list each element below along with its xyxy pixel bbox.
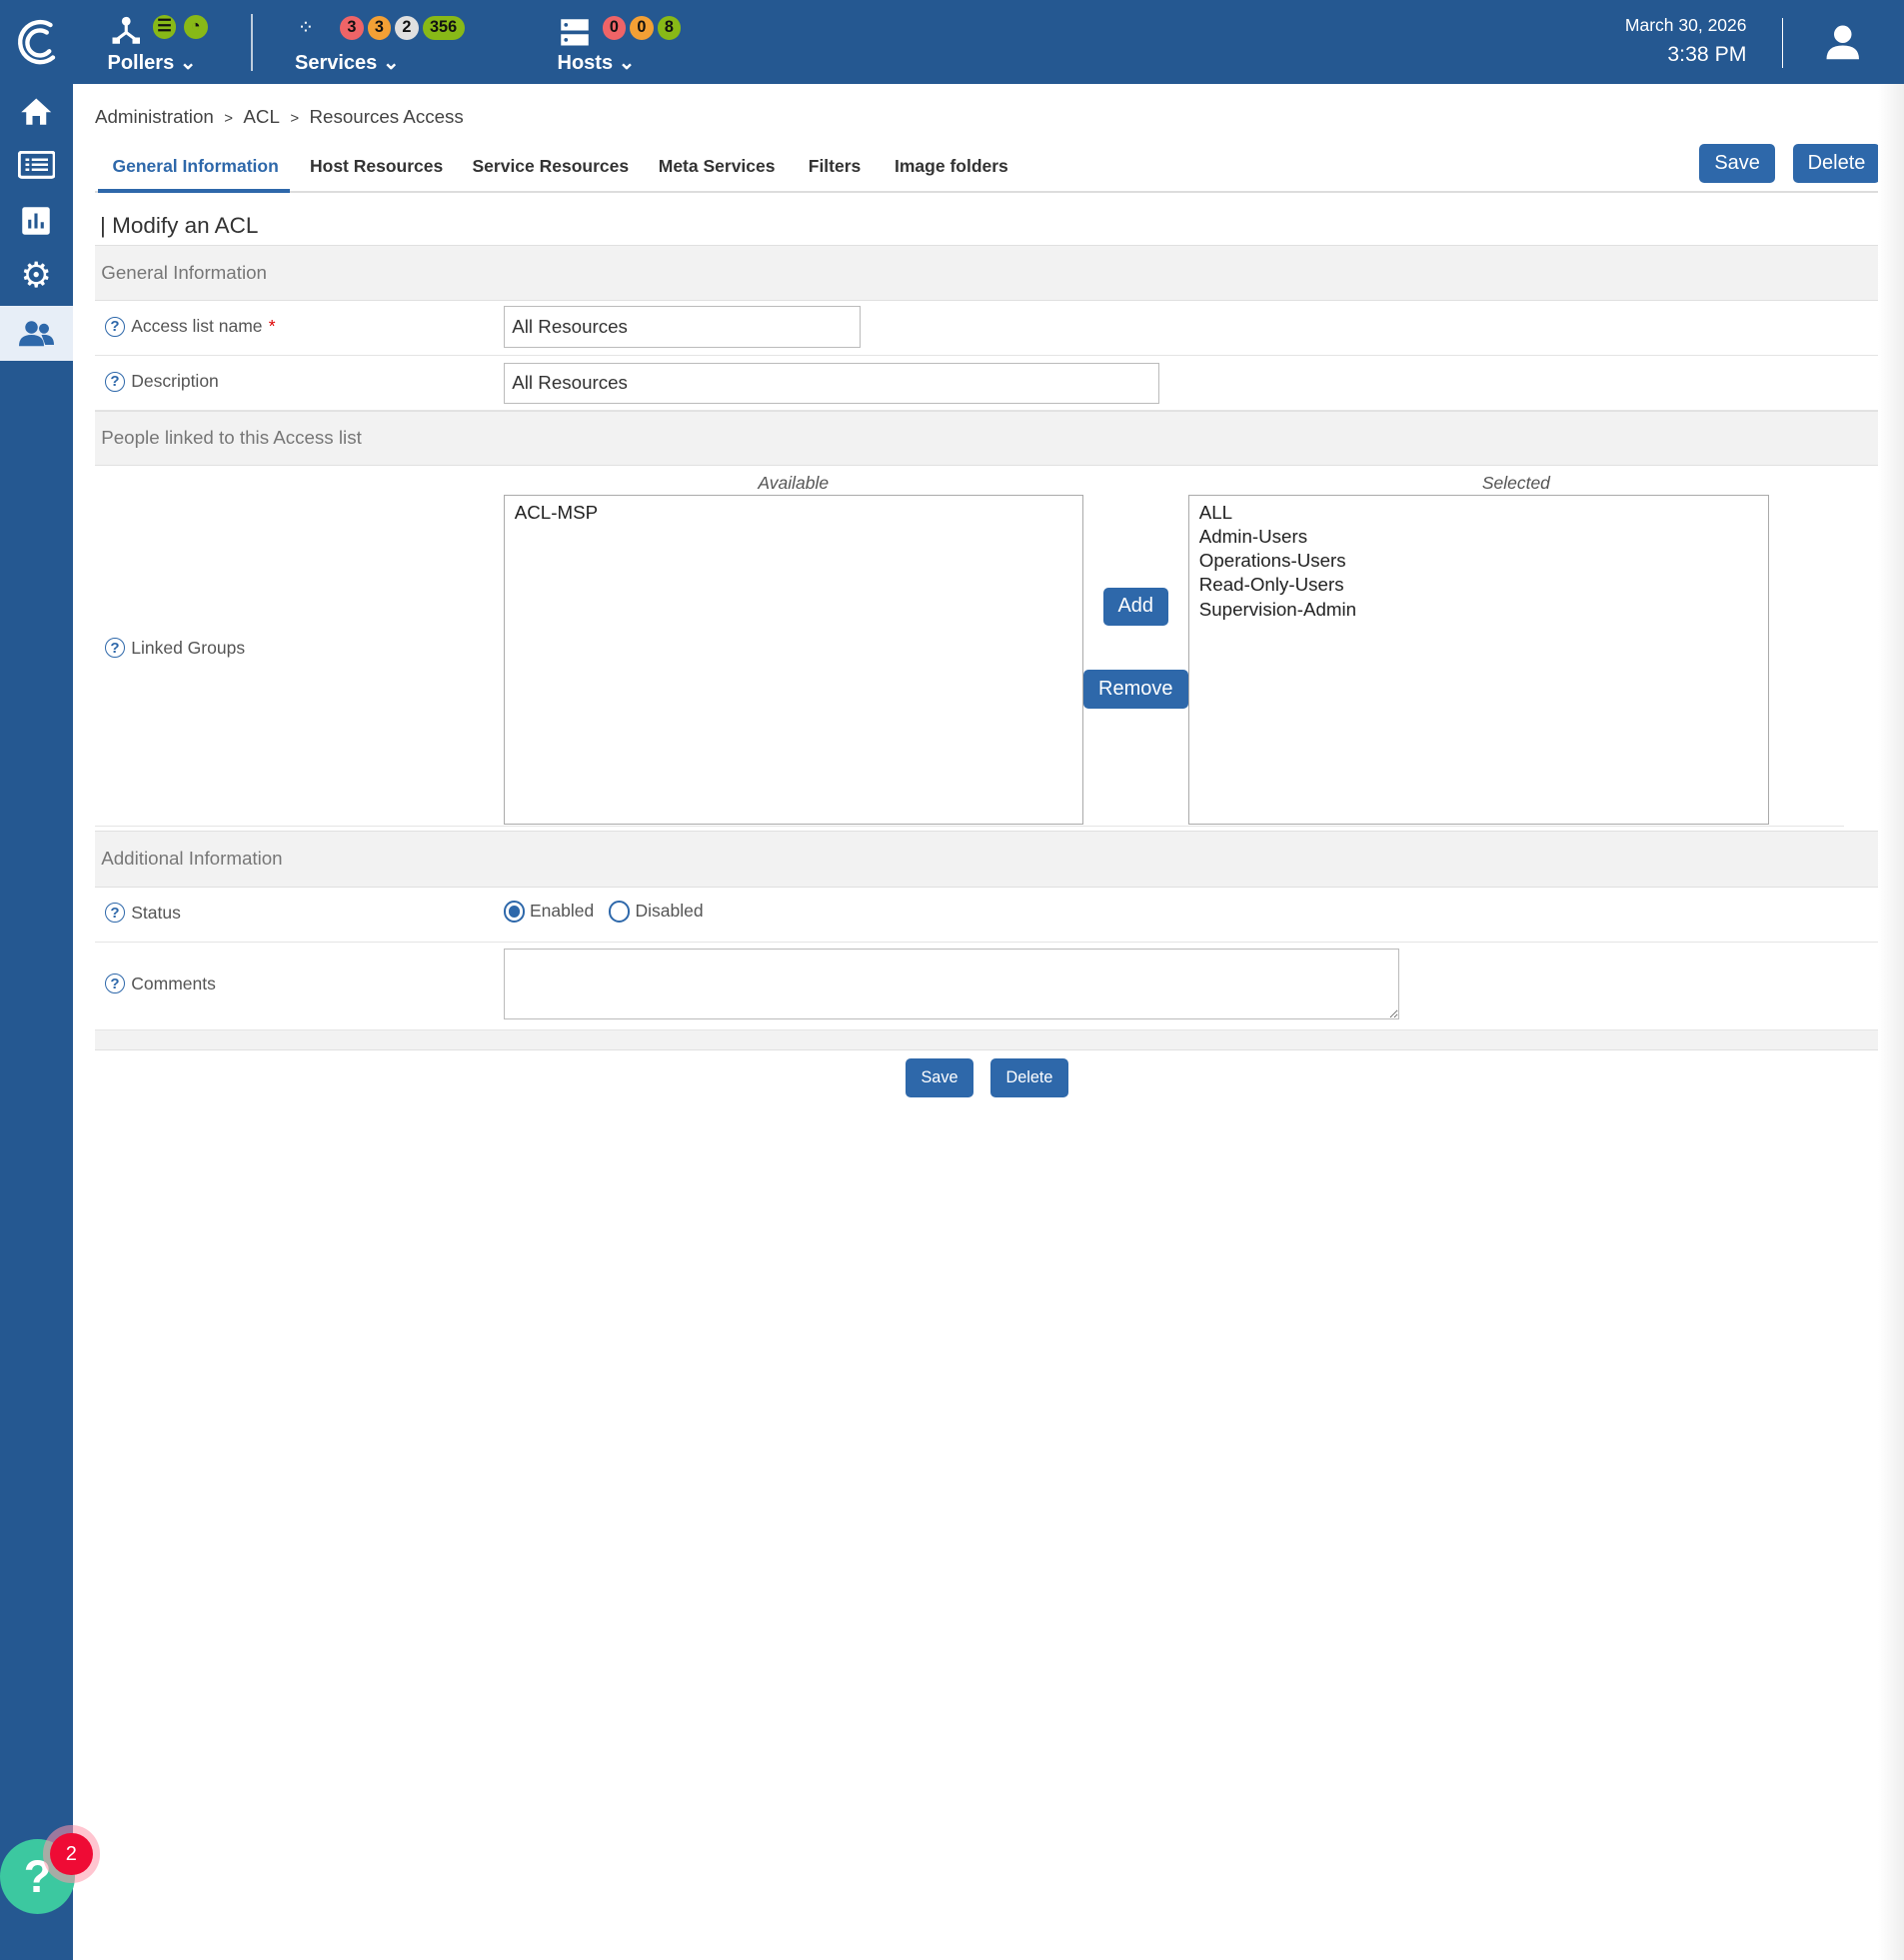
linked-groups-label: Linked Groups xyxy=(131,637,246,658)
pollers-icon xyxy=(112,16,140,44)
delete-button-top[interactable]: Delete xyxy=(1792,143,1881,183)
reporting-icon[interactable] xyxy=(0,194,73,249)
tab-image-folders[interactable]: Image folders xyxy=(895,156,1008,177)
row-status: ? Status Enabled Disabled xyxy=(95,888,1881,943)
help-icon[interactable]: ? xyxy=(105,371,125,392)
access-list-name-label: Access list name xyxy=(131,316,263,337)
services-icon: ⁘ xyxy=(297,17,315,39)
services-warning-badge[interactable]: 3 xyxy=(367,16,392,40)
help-icon[interactable]: ? xyxy=(105,903,125,923)
divider xyxy=(1781,17,1783,68)
required-marker: * xyxy=(268,316,276,337)
services-label: Services xyxy=(295,52,378,74)
enabled-radio[interactable] xyxy=(503,901,525,923)
remove-button[interactable]: Remove xyxy=(1082,670,1188,709)
breadcrumb-resources-access[interactable]: Resources Access xyxy=(310,106,464,127)
hosts-icon xyxy=(561,18,589,45)
section-people-linked: People linked to this Access list xyxy=(95,411,1881,467)
centreon-logo[interactable] xyxy=(13,15,61,74)
description-label: Description xyxy=(131,371,219,392)
tab-service-resources[interactable]: Service Resources xyxy=(473,156,630,177)
status-radio-group: Enabled Disabled xyxy=(503,901,704,923)
disabled-radio[interactable] xyxy=(609,901,631,923)
breadcrumb-administration[interactable]: Administration xyxy=(95,106,214,127)
notification-badge[interactable]: 2 xyxy=(50,1832,93,1876)
breadcrumb-acl[interactable]: ACL xyxy=(243,106,279,127)
tab-host-resources[interactable]: Host Resources xyxy=(310,156,443,177)
comments-textarea[interactable] xyxy=(503,948,1399,1019)
help-icon[interactable]: ? xyxy=(105,974,125,994)
status-label: Status xyxy=(131,902,181,923)
section-additional-information: Additional Information xyxy=(95,831,1881,888)
pollers-label: Pollers xyxy=(107,52,175,74)
breadcrumb-separator: > xyxy=(290,110,300,128)
hosts-unreachable-badge[interactable]: 0 xyxy=(630,16,654,40)
user-icon[interactable] xyxy=(1824,23,1862,67)
services-critical-badge[interactable]: 3 xyxy=(340,16,364,40)
list-item[interactable]: Read-Only-Users xyxy=(1199,573,1758,597)
page-title: | Modify an ACL xyxy=(100,212,259,238)
help-icon[interactable]: ? xyxy=(105,638,125,658)
available-groups-list[interactable]: ACL-MSP xyxy=(503,495,1083,825)
row-access-list-name: ? Access list name * xyxy=(95,301,1881,357)
clock: March 30, 2026 3:38 PM xyxy=(1625,15,1747,67)
database-icon[interactable]: ☰ xyxy=(152,15,177,39)
tabs-divider xyxy=(95,191,1881,193)
list-item[interactable]: Supervision-Admin xyxy=(1199,598,1758,622)
form-footer-bar xyxy=(95,1030,1881,1050)
divider xyxy=(251,13,253,72)
add-button[interactable]: Add xyxy=(1102,587,1168,627)
monitoring-icon[interactable] xyxy=(0,139,73,194)
list-item[interactable]: Operations-Users xyxy=(1199,549,1758,573)
services-unknown-badge[interactable]: 2 xyxy=(395,16,419,40)
enabled-label[interactable]: Enabled xyxy=(530,901,594,922)
sidebar: ⚙ xyxy=(0,83,73,1960)
hosts-down-badge[interactable]: 0 xyxy=(602,16,627,40)
list-item[interactable]: ALL xyxy=(1199,501,1758,525)
breadcrumb: Administration > ACL > Resources Access xyxy=(95,106,464,128)
comments-label: Comments xyxy=(131,973,216,993)
help-icon[interactable]: ? xyxy=(105,316,125,337)
section-general-information: General Information xyxy=(95,245,1881,302)
row-comments: ? Comments xyxy=(95,943,1881,1031)
list-item[interactable]: Admin-Users xyxy=(1199,525,1758,549)
selected-groups-list[interactable]: ALL Admin-Users Operations-Users Read-On… xyxy=(1187,495,1769,825)
tab-filters[interactable]: Filters xyxy=(809,156,862,177)
list-item[interactable]: ACL-MSP xyxy=(515,501,1072,525)
delete-button-bottom[interactable]: Delete xyxy=(990,1057,1068,1097)
description-input[interactable] xyxy=(503,362,1159,404)
top-bar: ☰ ◔ Pollers ⌄ ⁘ 3 3 2 356 Services ⌄ 008 Ho… xyxy=(0,0,1904,84)
breadcrumb-separator: > xyxy=(224,110,233,128)
available-header: Available xyxy=(758,472,830,493)
time: 3:38 PM xyxy=(1667,42,1747,67)
hosts-up-badge[interactable]: 8 xyxy=(657,16,682,40)
disabled-label[interactable]: Disabled xyxy=(635,901,703,922)
active-tab-indicator xyxy=(97,188,290,193)
chevron-down-icon: ⌄ xyxy=(382,52,400,74)
gauge-icon[interactable]: ◔ xyxy=(183,15,208,39)
hosts-label: Hosts xyxy=(557,52,614,74)
save-button-top[interactable]: Save xyxy=(1699,143,1776,183)
tab-meta-services[interactable]: Meta Services xyxy=(659,156,776,177)
date: March 30, 2026 xyxy=(1624,15,1747,35)
chevron-down-icon: ⌄ xyxy=(179,52,197,74)
selected-header: Selected xyxy=(1481,472,1550,493)
access-list-name-input[interactable] xyxy=(503,306,862,348)
tab-general-information[interactable]: General Information xyxy=(113,156,279,177)
save-button-bottom[interactable]: Save xyxy=(906,1057,973,1097)
administration-users-icon[interactable] xyxy=(0,306,73,362)
configuration-gear-icon[interactable]: ⚙ xyxy=(0,249,73,304)
chevron-down-icon: ⌄ xyxy=(618,52,636,74)
row-description: ? Description xyxy=(95,356,1881,412)
page-edge-shadow xyxy=(1877,83,1904,1960)
home-icon[interactable] xyxy=(0,84,73,139)
services-ok-badge[interactable]: 356 xyxy=(422,16,465,40)
